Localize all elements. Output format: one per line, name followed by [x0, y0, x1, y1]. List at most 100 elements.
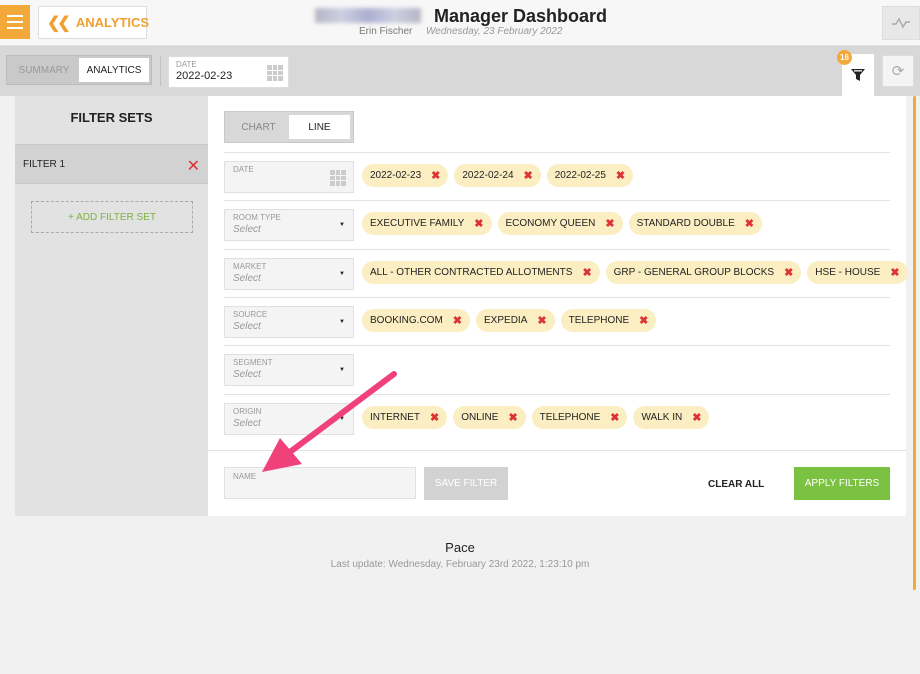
tab-analytics[interactable]: ANALYTICS	[79, 58, 149, 82]
filter-chip: EXECUTIVE FAMILY ✖	[362, 212, 492, 235]
dropdown-caret-icon: ▼	[339, 319, 345, 325]
filter-row-origin: ORIGIN Select ▼ INTERNET ✖ ONLINE ✖ TELEPHONE ✖ W…	[224, 394, 890, 442]
filter-row-date: DATE 2022-02-23 ✖ 2022-02-24 ✖ 2022-02-25 ✖	[224, 152, 890, 200]
filter-label: SOURCE	[233, 310, 268, 319]
filter-sets-title: FILTER SETS	[70, 110, 153, 125]
filter-chip: WALK IN ✖	[633, 406, 710, 429]
filter-chip: 2022-02-24 ✖	[454, 164, 541, 187]
filter-chip: 2022-02-25 ✖	[546, 164, 634, 187]
tab-chart[interactable]: CHART	[228, 115, 289, 139]
chip-label: WALK IN	[641, 412, 683, 423]
back-to-analytics-button[interactable]: ❮❮ ANALYTICS	[38, 6, 150, 39]
filter-chip: STANDARD DOUBLE ✖	[628, 212, 762, 235]
filter-select[interactable]: ROOM TYPE Select ▼	[224, 209, 354, 241]
remove-filter-set-icon[interactable]: ✕	[187, 156, 200, 176]
remove-chip-icon[interactable]: ✖	[430, 411, 439, 424]
chip-label: TELEPHONE	[568, 315, 630, 326]
back-button-label: ANALYTICS	[75, 15, 150, 30]
filter-chip: INTERNET ✖	[362, 406, 448, 429]
date-picker[interactable]: DATE 2022-02-23	[168, 56, 289, 88]
date-picker-label: DATE	[176, 60, 197, 69]
filter-set-label: FILTER 1	[23, 158, 66, 170]
date-filter-field[interactable]: DATE	[224, 161, 354, 193]
filters-panel: CHART LINE DATE 2022-02-23 ✖ 2022-02-24 ✖ 202…	[208, 96, 908, 516]
hamburger-menu-icon[interactable]	[0, 5, 30, 39]
filter-label: ROOM TYPE	[233, 213, 281, 222]
remove-chip-icon[interactable]: ✖	[524, 169, 533, 182]
divider	[160, 56, 161, 86]
calendar-grid-icon	[330, 170, 346, 186]
remove-chip-icon[interactable]: ✖	[431, 169, 440, 182]
selected-chips: INTERNET ✖ ONLINE ✖ TELEPHONE ✖ WALK IN ✖	[362, 406, 710, 429]
filter-select[interactable]: MARKET Select ▼	[224, 258, 354, 290]
chip-label: 2022-02-24	[462, 170, 514, 181]
filter-name-input[interactable]: NAME	[224, 467, 416, 499]
remove-chip-icon[interactable]: ✖	[582, 266, 591, 279]
remove-chip-icon[interactable]: ✖	[745, 217, 754, 230]
filter-row-segment: SEGMENT Select ▼	[224, 345, 890, 393]
filter-set-item[interactable]: FILTER 1 ✕	[15, 144, 208, 184]
remove-chip-icon[interactable]: ✖	[453, 314, 462, 327]
dropdown-caret-icon: ▼	[339, 271, 345, 277]
chip-label: GRP - GENERAL GROUP BLOCKS	[613, 267, 775, 278]
filter-chip: TELEPHONE ✖	[560, 309, 657, 332]
scrollbar[interactable]	[913, 96, 916, 590]
chip-label: 2022-02-25	[554, 170, 606, 181]
filter-value: Select	[233, 224, 261, 235]
chip-label: 2022-02-23	[370, 170, 422, 181]
filter-chip: 2022-02-23 ✖	[362, 164, 449, 187]
remove-chip-icon[interactable]: ✖	[610, 411, 619, 424]
chip-label: ALL - OTHER CONTRACTED ALLOTMENTS	[370, 267, 573, 278]
activity-graph-icon[interactable]	[882, 6, 920, 40]
chip-label: BOOKING.COM	[370, 315, 443, 326]
calendar-grid-icon	[267, 65, 283, 81]
remove-chip-icon[interactable]: ✖	[784, 266, 793, 279]
remove-chip-icon[interactable]: ✖	[890, 266, 899, 279]
filter-label: DATE	[233, 165, 254, 174]
filter-label: SEGMENT	[233, 358, 273, 367]
tab-line[interactable]: LINE	[289, 115, 350, 139]
remove-chip-icon[interactable]: ✖	[616, 169, 625, 182]
apply-filters-button[interactable]: APPLY FILTERS	[794, 467, 890, 500]
user-name: Erin Fischer	[359, 26, 413, 37]
tab-summary[interactable]: SUMMARY	[9, 58, 79, 82]
remove-chip-icon[interactable]: ✖	[474, 217, 483, 230]
filter-label: ORIGIN	[233, 407, 262, 416]
double-chevron-left-icon: ❮❮	[47, 14, 71, 32]
filter-chip: GRP - GENERAL GROUP BLOCKS ✖	[605, 261, 802, 284]
filter-chip: ECONOMY QUEEN ✖	[497, 212, 623, 235]
filter-chip: HSE - HOUSE ✖	[807, 261, 908, 284]
refresh-icon[interactable]: ⟳	[882, 55, 914, 87]
chip-label: HSE - HOUSE	[815, 267, 881, 278]
selected-chips: EXECUTIVE FAMILY ✖ ECONOMY QUEEN ✖ STANDARD …	[362, 212, 762, 235]
chart-type-toggle: CHART LINE	[224, 111, 354, 143]
remove-chip-icon[interactable]: ✖	[692, 411, 701, 424]
pace-last-update: Last update: Wednesday, February 23rd 20…	[330, 559, 590, 570]
filter-chip: EXPEDIA ✖	[476, 309, 555, 332]
remove-chip-icon[interactable]: ✖	[537, 314, 546, 327]
dropdown-caret-icon: ▼	[339, 367, 345, 373]
pace-title: Pace	[445, 540, 475, 555]
remove-chip-icon[interactable]: ✖	[605, 217, 614, 230]
filter-chip: ONLINE ✖	[453, 406, 526, 429]
chip-label: STANDARD DOUBLE	[636, 218, 735, 229]
chip-label: ECONOMY QUEEN	[505, 218, 596, 229]
chip-label: ONLINE	[461, 412, 499, 423]
filter-value: Select	[233, 418, 261, 429]
filter-label: MARKET	[233, 262, 267, 271]
save-filter-button[interactable]: SAVE FILTER	[424, 467, 508, 500]
filter-select[interactable]: SOURCE Select ▼	[224, 306, 354, 338]
remove-chip-icon[interactable]: ✖	[508, 411, 517, 424]
top-header: ❮❮ ANALYTICS Manager Dashboard Erin Fisc…	[0, 0, 920, 46]
clear-all-button[interactable]: CLEAR ALL	[708, 479, 764, 490]
filter-value: Select	[233, 369, 261, 380]
remove-chip-icon[interactable]: ✖	[639, 314, 648, 327]
filter-select[interactable]: SEGMENT Select ▼	[224, 354, 354, 386]
chip-label: TELEPHONE	[539, 412, 601, 423]
chip-label: EXPEDIA	[484, 315, 528, 326]
add-filter-set-button[interactable]: + ADD FILTER SET	[31, 201, 193, 233]
filter-select[interactable]: ORIGIN Select ▼	[224, 403, 354, 435]
hotel-name-redacted	[315, 8, 421, 23]
date-picker-value: 2022-02-23	[176, 70, 233, 82]
chip-label: EXECUTIVE FAMILY	[370, 218, 465, 229]
